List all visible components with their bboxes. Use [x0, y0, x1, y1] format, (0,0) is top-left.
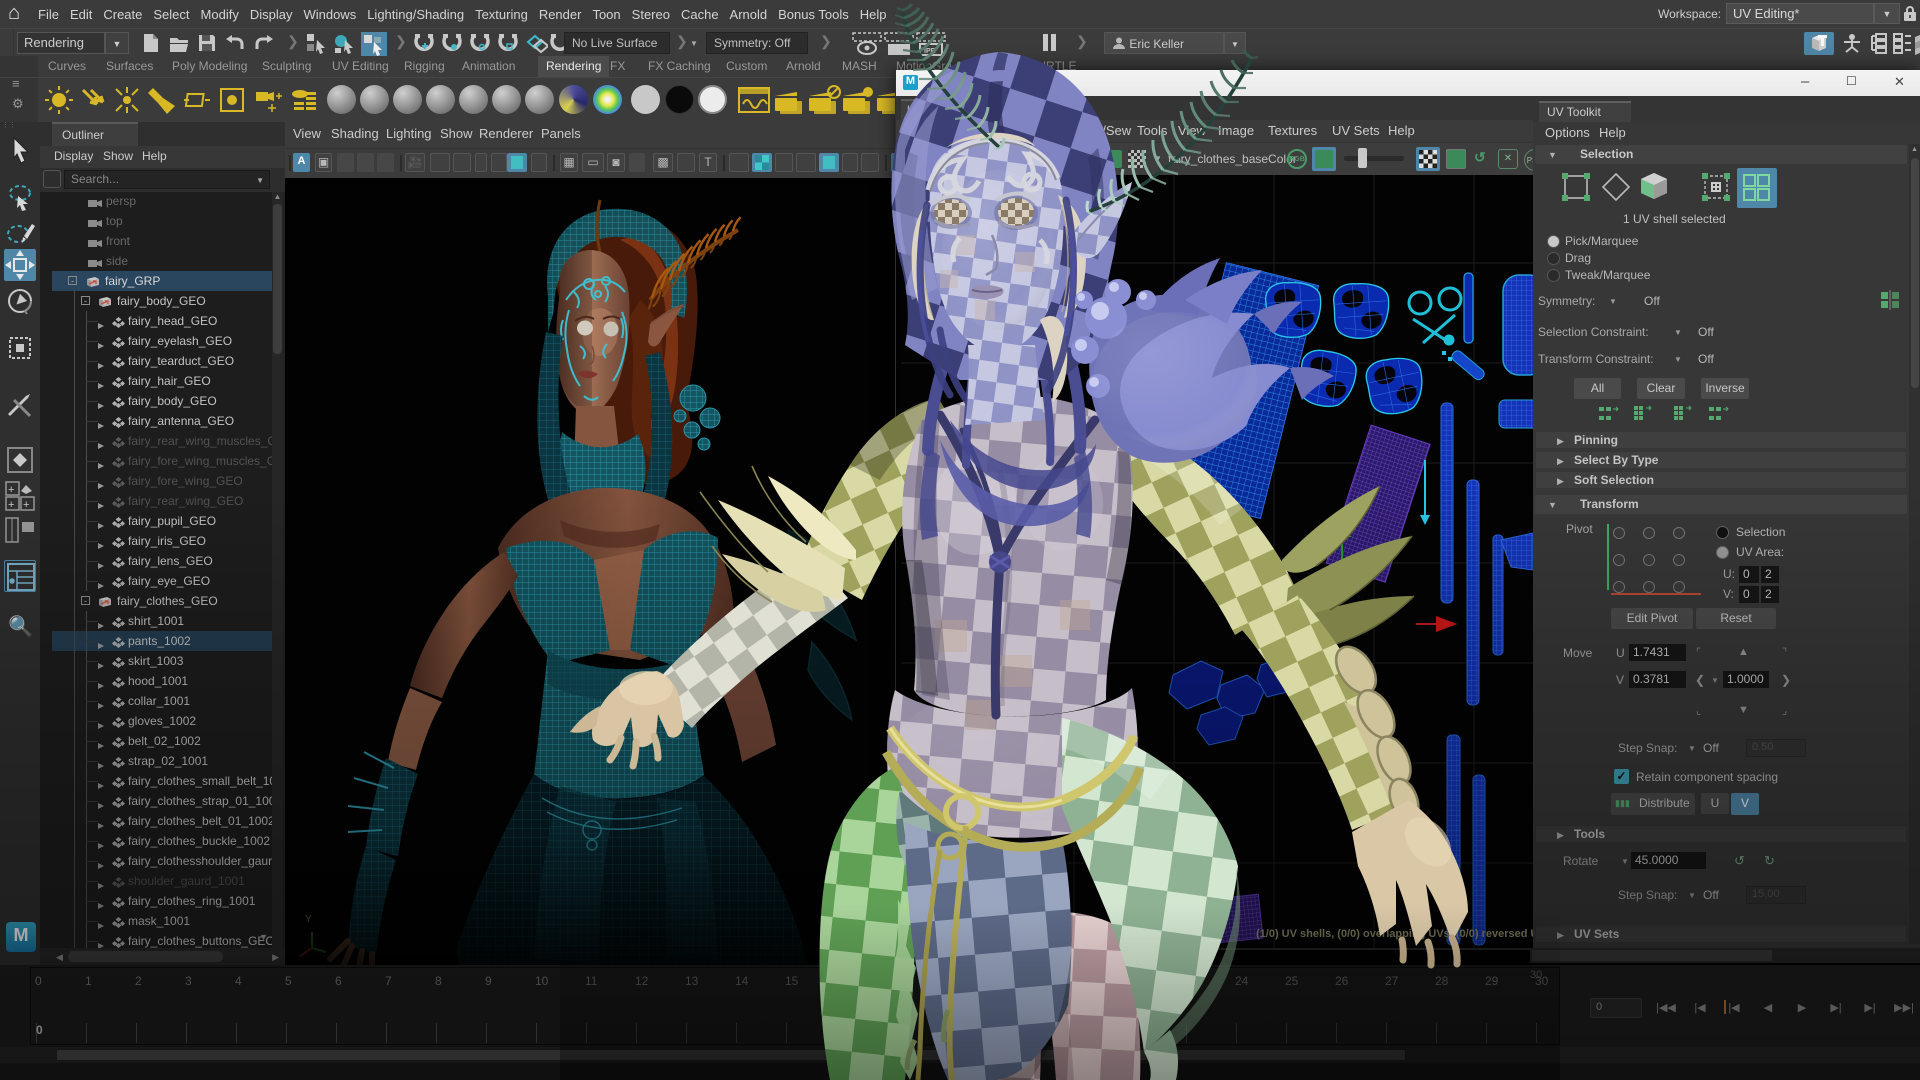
svg-text:IPR: IPR [924, 48, 936, 55]
svg-text:+: + [8, 499, 14, 511]
svg-text:+: + [8, 484, 14, 496]
svg-text:+: + [23, 499, 29, 511]
